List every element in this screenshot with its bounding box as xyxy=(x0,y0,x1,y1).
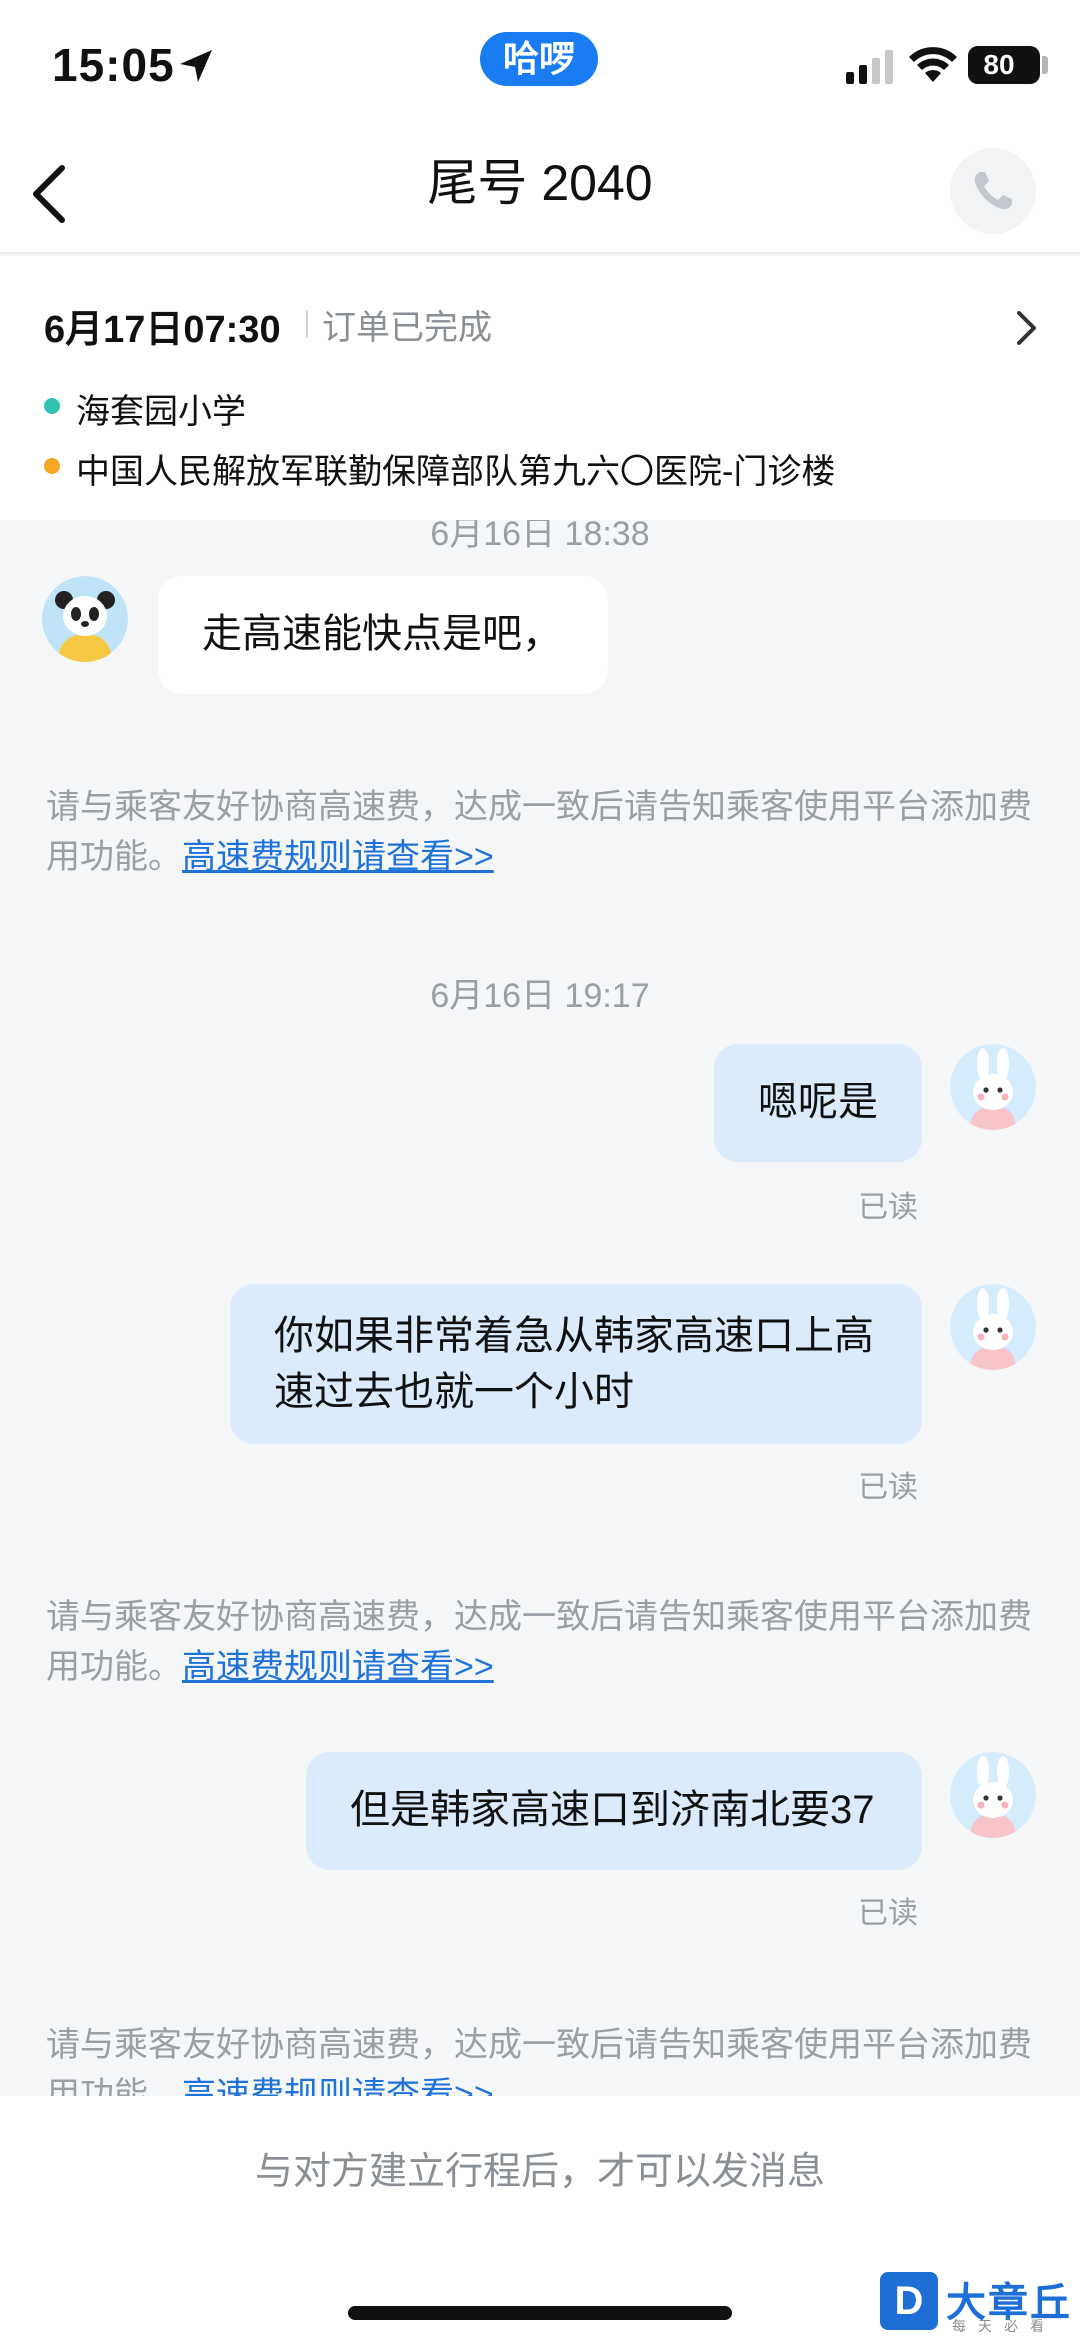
cellular-signal-icon xyxy=(846,50,893,84)
watermark-logo: D 大章丘 每天必看 xyxy=(880,2270,1080,2336)
battery-percent: 80 xyxy=(983,49,1015,80)
bunny-avatar-icon xyxy=(950,1752,1036,1838)
passenger-avatar[interactable] xyxy=(42,576,128,662)
watermark-subtext: 每天必看 xyxy=(952,2318,1056,2334)
status-bar: 15:05 哈啰 80 xyxy=(0,0,1080,128)
watermark-logo-mark: D xyxy=(880,2272,938,2330)
read-receipt: 已读 xyxy=(858,1191,918,1224)
order-summary-card[interactable]: 6月17日07:30 订单已完成 海套园小学 中国人民解放军联勤保障部队第九六〇… xyxy=(0,256,1080,520)
status-time: 15:05 xyxy=(52,39,175,91)
order-date: 6月17日07:30 xyxy=(44,309,281,351)
message-text: 嗯呢是 xyxy=(758,1080,878,1124)
back-chevron-icon[interactable] xyxy=(20,158,80,228)
chat-timestamp: 6月16日 19:17 xyxy=(430,977,650,1015)
battery-icon: 80 xyxy=(968,46,1040,84)
system-notice: 请与乘客友好协商高速费，达成一致后请告知乘客使用平台添加费用功能。高速费规则请查… xyxy=(46,782,1036,882)
message-bubble-outgoing[interactable]: 但是韩家高速口到济南北要37 xyxy=(306,1752,922,1870)
message-text: 但是韩家高速口到济南北要37 xyxy=(350,1788,875,1832)
destination-dot xyxy=(44,458,60,474)
battery-cap xyxy=(1042,56,1048,74)
panda-avatar-icon xyxy=(42,576,128,662)
destination-text: 中国人民解放军联勤保障部队第九六〇医院-门诊楼 xyxy=(76,453,836,491)
toll-rules-link[interactable]: 高速费规则请查看>> xyxy=(182,1648,494,1686)
driver-avatar[interactable] xyxy=(950,1284,1036,1370)
nav-bar: 尾号 2040 xyxy=(0,128,1080,254)
system-notice: 请与乘客友好协商高速费，达成一致后请告知乘客使用平台添加费用功能。高速费规则请查… xyxy=(46,1592,1036,1692)
message-text: 走高速能快点是吧， xyxy=(202,612,562,656)
message-bubble-outgoing[interactable]: 你如果非常着急从韩家高速口上高速过去也就一个小时 xyxy=(230,1284,922,1444)
messaging-disabled-hint: 与对方建立行程后，才可以发消息 xyxy=(254,2151,825,2193)
app-indicator-pill[interactable]: 哈啰 xyxy=(480,32,598,86)
message-bubble-incoming[interactable]: 走高速能快点是吧， xyxy=(158,576,608,694)
read-receipt: 已读 xyxy=(858,1471,918,1504)
order-divider xyxy=(306,310,308,338)
chat-timestamp: 6月16日 18:38 xyxy=(430,520,650,553)
page-title: 尾号 2040 xyxy=(427,155,653,211)
order-status: 订单已完成 xyxy=(322,309,492,347)
read-receipt: 已读 xyxy=(858,1897,918,1930)
phone-icon xyxy=(974,172,1012,210)
toll-rules-link[interactable]: 高速费规则请查看>> xyxy=(182,2076,494,2096)
driver-avatar[interactable] xyxy=(950,1752,1036,1838)
wifi-icon xyxy=(909,47,957,82)
message-text: 你如果非常着急从韩家高速口上高速过去也就一个小时 xyxy=(274,1314,874,1414)
toll-rules-link[interactable]: 高速费规则请查看>> xyxy=(182,838,494,876)
driver-avatar[interactable] xyxy=(950,1044,1036,1130)
message-bubble-outgoing[interactable]: 嗯呢是 xyxy=(714,1044,922,1162)
bunny-avatar-icon xyxy=(950,1284,1036,1370)
origin-text: 海套园小学 xyxy=(76,393,246,431)
chat-area[interactable]: 6月16日 18:38 走高速能快点是吧， 请与乘客友好协商高速费，达成一致后请… xyxy=(0,520,1080,2096)
chevron-right-icon[interactable] xyxy=(1014,308,1040,348)
bunny-avatar-icon xyxy=(950,1044,1036,1130)
location-arrow-icon xyxy=(180,50,212,82)
home-indicator[interactable] xyxy=(348,2306,732,2320)
call-button[interactable] xyxy=(950,148,1036,234)
system-notice: 请与乘客友好协商高速费，达成一致后请告知乘客使用平台添加费用功能。高速费规则请查… xyxy=(46,2020,1036,2096)
origin-dot xyxy=(44,398,60,414)
